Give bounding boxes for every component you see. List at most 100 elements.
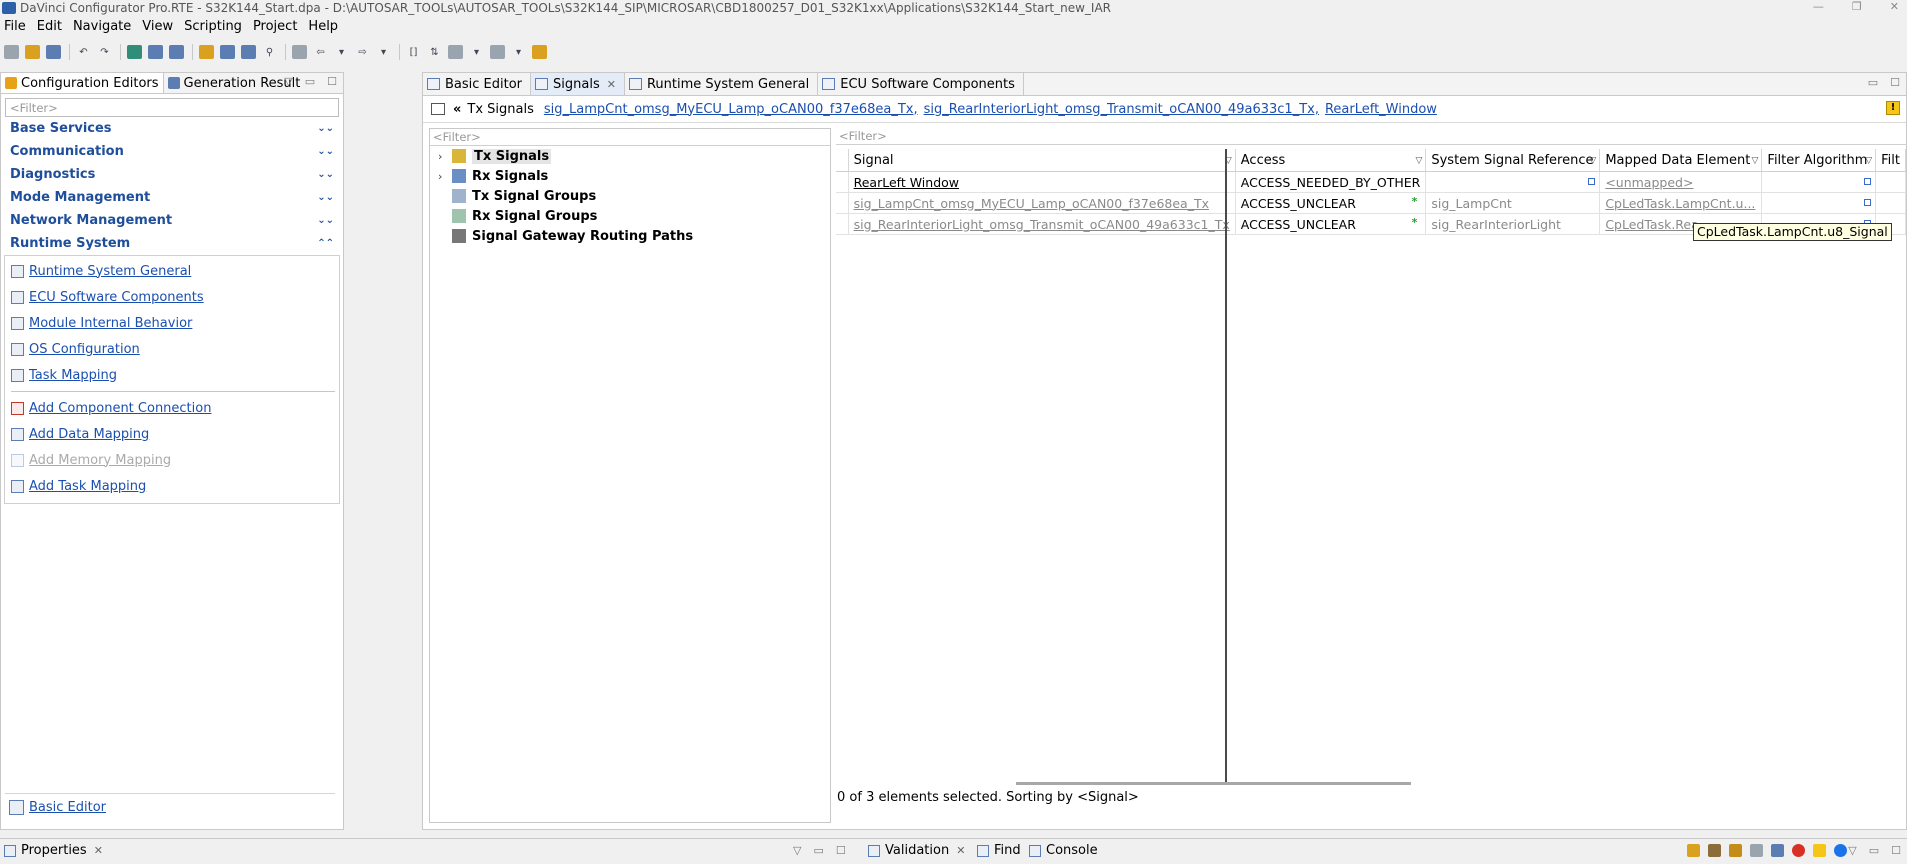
tab-ecu-software-components[interactable]: ECU Software Components bbox=[818, 73, 1024, 95]
warning-icon[interactable] bbox=[1813, 844, 1826, 857]
column-header-signal[interactable]: Signal ▽ bbox=[848, 149, 1236, 172]
back-arrow-icon[interactable]: ⇦ bbox=[313, 45, 328, 59]
minimize-icon[interactable]: — bbox=[1813, 0, 1824, 13]
solve-icon[interactable] bbox=[1687, 844, 1700, 857]
cell-access[interactable]: ACCESS_NEEDED_BY_OTHER bbox=[1235, 171, 1427, 193]
section-base-services[interactable]: Base Services ⌄⌄ bbox=[2, 117, 342, 140]
tab-runtime-system-general[interactable]: Runtime System General bbox=[625, 73, 819, 95]
navigate-up-icon[interactable]: « bbox=[453, 102, 461, 117]
minimize-panel-icon[interactable]: ▭ bbox=[305, 75, 315, 88]
grid-filter-input[interactable]: <Filter> bbox=[836, 128, 1906, 145]
select-button-icon[interactable] bbox=[1864, 199, 1872, 206]
input-files-icon[interactable] bbox=[199, 45, 214, 59]
cell-signal[interactable]: sig_LampCnt_omsg_MyECU_Lamp_oCAN00_f37e6… bbox=[848, 192, 1236, 214]
left-filter-input[interactable]: <Filter> bbox=[5, 98, 339, 117]
forward-arrow-icon[interactable]: ⇨ bbox=[355, 45, 370, 59]
prev-annotation-icon[interactable] bbox=[490, 45, 505, 59]
menu-navigate[interactable]: Navigate bbox=[73, 19, 131, 34]
cell-signal[interactable]: RearLeft Window bbox=[848, 171, 1236, 193]
menu-file[interactable]: File bbox=[4, 19, 26, 34]
filter-funnel-icon[interactable]: ▽ bbox=[1415, 156, 1422, 166]
select-button-icon[interactable] bbox=[1588, 178, 1596, 185]
cell-filter-algorithm[interactable] bbox=[1761, 171, 1877, 193]
menu-scripting[interactable]: Scripting bbox=[184, 19, 242, 34]
warning-icon[interactable]: ! bbox=[1886, 101, 1900, 115]
undo-icon[interactable]: ↶ bbox=[76, 45, 91, 59]
sort-icon[interactable]: ⇅ bbox=[427, 45, 442, 59]
column-header-filt[interactable]: Filt bbox=[1875, 149, 1906, 172]
section-network-management[interactable]: Network Management ⌄⌄ bbox=[2, 209, 342, 232]
cell-filter-algorithm[interactable] bbox=[1761, 192, 1877, 214]
maximize-panel-icon[interactable]: ☐ bbox=[327, 75, 337, 88]
info-icon[interactable] bbox=[1834, 844, 1847, 857]
filter-icon[interactable] bbox=[1771, 844, 1784, 857]
link-ecu-software-components[interactable]: ECU Software Components bbox=[5, 284, 339, 310]
table-row[interactable]: sig_LampCnt_omsg_MyECU_Lamp_oCAN00_f37e6… bbox=[836, 192, 1906, 214]
error-icon[interactable] bbox=[1792, 844, 1805, 857]
action-add-component-connection[interactable]: Add Component Connection bbox=[5, 395, 339, 421]
action-add-data-mapping[interactable]: Add Data Mapping bbox=[5, 421, 339, 447]
tab-validation[interactable]: Validation ✕ bbox=[868, 843, 965, 858]
tree-item-tx-signals[interactable]: › Tx Signals bbox=[430, 146, 830, 166]
cell-access[interactable]: ACCESS_UNCLEAR * bbox=[1235, 192, 1427, 214]
tree-item-signal-gateway-routing-paths[interactable]: Signal Gateway Routing Paths bbox=[430, 226, 830, 246]
validate-icon[interactable] bbox=[127, 45, 142, 59]
expand-chevron-icon[interactable]: ⌄⌄ bbox=[317, 123, 334, 134]
link-basic-editor[interactable]: Basic Editor bbox=[5, 793, 335, 815]
filter-funnel-icon[interactable]: ▽ bbox=[1589, 156, 1596, 166]
cell-mapped-data-element[interactable]: CpLedTask.LampCnt.u... bbox=[1599, 192, 1763, 214]
collapse-chevron-icon[interactable]: ⌃⌃ bbox=[317, 238, 334, 249]
expand-arrow-icon[interactable]: › bbox=[438, 170, 450, 183]
section-communication[interactable]: Communication ⌄⌄ bbox=[2, 140, 342, 163]
brackets-icon[interactable]: [] bbox=[406, 45, 421, 59]
tree-item-rx-signal-groups[interactable]: Rx Signal Groups bbox=[430, 206, 830, 226]
solve-all-icon[interactable] bbox=[1708, 844, 1721, 857]
column-header-mapped-data-element[interactable]: Mapped Data Element ▽ bbox=[1599, 149, 1763, 172]
filter-funnel-icon[interactable]: ▽ bbox=[1751, 156, 1758, 166]
filter-funnel-icon[interactable]: ▽ bbox=[1865, 156, 1872, 166]
breadcrumb-link-lampcnt[interactable]: sig_LampCnt_omsg_MyECU_Lamp_oCAN00_f37e6… bbox=[544, 102, 918, 117]
section-diagnostics[interactable]: Diagnostics ⌄⌄ bbox=[2, 163, 342, 186]
maximize-panel-icon[interactable]: ☐ bbox=[1891, 844, 1901, 857]
generate-icon[interactable] bbox=[148, 45, 163, 59]
breadcrumb-link-rearinteriorlight[interactable]: sig_RearInteriorLight_omsg_Transmit_oCAN… bbox=[924, 102, 1319, 117]
module-icon[interactable] bbox=[241, 45, 256, 59]
select-button-icon[interactable] bbox=[1864, 178, 1872, 185]
maximize-panel-icon[interactable]: ☐ bbox=[836, 844, 846, 857]
action-add-task-mapping[interactable]: Add Task Mapping bbox=[5, 473, 339, 499]
column-header-access[interactable]: Access ▽ bbox=[1235, 149, 1427, 172]
prev-dropdown-icon[interactable]: ▾ bbox=[511, 45, 526, 59]
column-header-filter-algorithm[interactable]: Filter Algorithm ▽ bbox=[1761, 149, 1877, 172]
pin-icon[interactable] bbox=[292, 45, 307, 59]
table-row[interactable]: RearLeft Window ACCESS_NEEDED_BY_OTHER <… bbox=[836, 171, 1906, 193]
project-settings-icon[interactable] bbox=[169, 45, 184, 59]
column-header-system-signal-reference[interactable]: System Signal Reference ▽ bbox=[1425, 149, 1601, 172]
cell-system-signal-reference[interactable]: sig_RearInteriorLight bbox=[1425, 213, 1601, 235]
table-view-icon[interactable] bbox=[431, 103, 445, 115]
tab-properties[interactable]: Properties ✕ bbox=[4, 843, 103, 858]
link-runtime-system-general[interactable]: Runtime System General bbox=[5, 258, 339, 284]
horizontal-scrollbar[interactable] bbox=[1016, 782, 1411, 785]
validate-icon[interactable] bbox=[1750, 844, 1763, 857]
cell-system-signal-reference[interactable] bbox=[1425, 171, 1601, 193]
tab-console[interactable]: Console bbox=[1029, 843, 1098, 858]
last-edit-icon[interactable] bbox=[532, 45, 547, 59]
link-os-configuration[interactable]: OS Configuration bbox=[5, 336, 339, 362]
open-folder-icon[interactable] bbox=[25, 45, 40, 59]
menu-help[interactable]: Help bbox=[308, 19, 338, 34]
minimize-editor-icon[interactable]: ▭ bbox=[1868, 76, 1878, 89]
breadcrumb-link-rearleft-window[interactable]: RearLeft_Window bbox=[1325, 102, 1437, 117]
expand-chevron-icon[interactable]: ⌄⌄ bbox=[317, 192, 334, 203]
column-divider[interactable] bbox=[1225, 149, 1227, 783]
link-module-internal-behavior[interactable]: Module Internal Behavior bbox=[5, 310, 339, 336]
new-file-icon[interactable] bbox=[4, 45, 19, 59]
ecuc-editor-icon[interactable] bbox=[220, 45, 235, 59]
tab-basic-editor[interactable]: Basic Editor bbox=[423, 73, 532, 95]
save-icon[interactable] bbox=[46, 45, 61, 59]
close-window-icon[interactable]: ✕ bbox=[1890, 0, 1899, 13]
link-task-mapping[interactable]: Task Mapping bbox=[5, 362, 339, 388]
menu-project[interactable]: Project bbox=[253, 19, 297, 34]
next-dropdown-icon[interactable]: ▾ bbox=[469, 45, 484, 59]
section-runtime-system[interactable]: Runtime System ⌃⌃ bbox=[2, 232, 342, 255]
tab-configuration-editors[interactable]: Configuration Editors bbox=[1, 73, 164, 93]
